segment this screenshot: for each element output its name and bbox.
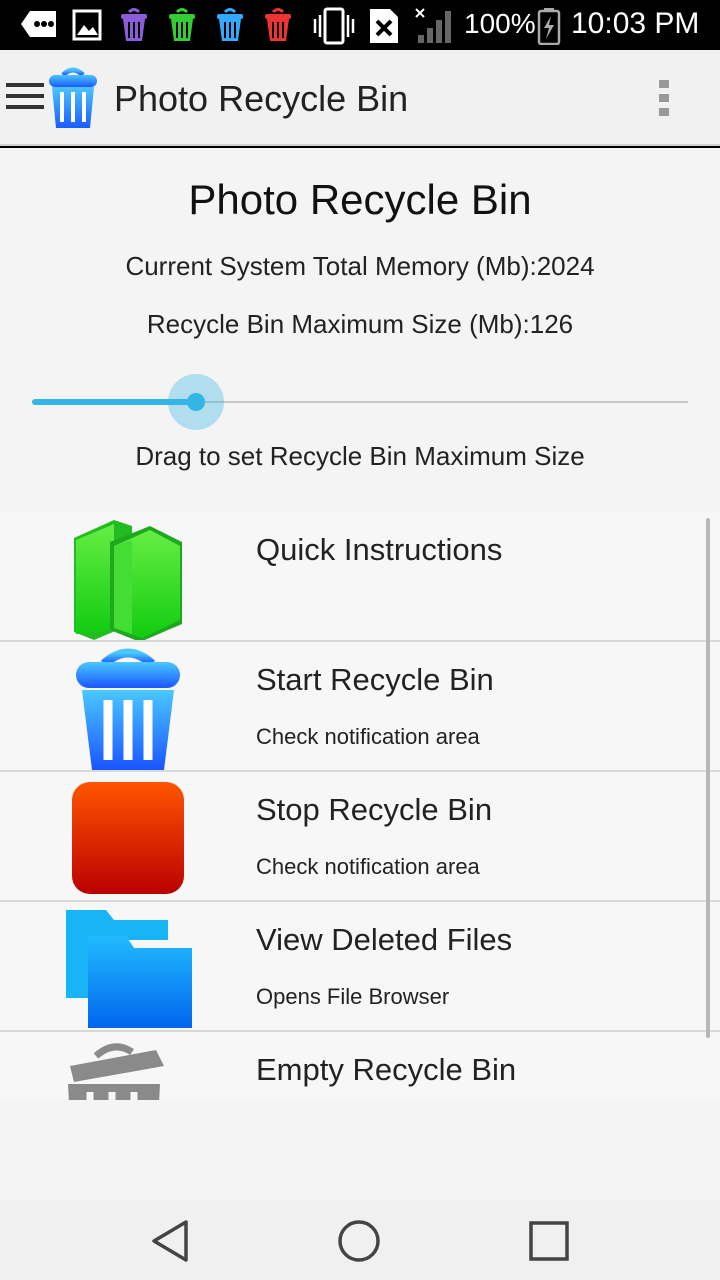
purple-bin-icon bbox=[121, 8, 147, 41]
vibrate-icon bbox=[313, 7, 355, 45]
page-title: Photo Recycle Bin bbox=[188, 176, 532, 223]
row-subtitle: Check notification area bbox=[256, 854, 480, 879]
list-item-start-recycle-bin[interactable]: Start Recycle Bin Check notification are… bbox=[0, 642, 720, 772]
green-books-icon bbox=[74, 520, 182, 640]
recent-apps-icon[interactable] bbox=[524, 1216, 574, 1266]
row-title: Start Recycle Bin bbox=[256, 662, 494, 697]
list-item-stop-recycle-bin[interactable]: Stop Recycle Bin Check notification area bbox=[0, 772, 720, 902]
red-stop-icon bbox=[72, 782, 184, 894]
action-bar: Photo Recycle Bin bbox=[0, 50, 720, 146]
app-trash-bin-icon[interactable] bbox=[46, 66, 100, 130]
no-sim-icon bbox=[370, 9, 398, 43]
battery-charging-icon bbox=[537, 8, 561, 45]
home-icon[interactable] bbox=[334, 1216, 384, 1266]
row-title: Empty Recycle Bin bbox=[256, 1052, 517, 1087]
row-title: Stop Recycle Bin bbox=[256, 792, 493, 827]
more-chat-icon bbox=[21, 11, 56, 37]
battery-percent: 100% bbox=[464, 8, 536, 39]
green-bin-icon bbox=[169, 8, 195, 41]
gray-trash-bin-icon bbox=[68, 1043, 164, 1100]
status-bar: 100% 10:03 PM bbox=[0, 0, 720, 50]
blue-folder-icon bbox=[66, 910, 192, 1028]
scrollbar[interactable] bbox=[706, 518, 710, 1038]
row-title: View Deleted Files bbox=[256, 922, 513, 957]
list-item-view-deleted-files[interactable]: View Deleted Files Opens File Browser bbox=[0, 902, 720, 1032]
menu-icon[interactable] bbox=[6, 81, 44, 113]
image-icon bbox=[72, 9, 102, 41]
max-size-text: Recycle Bin Maximum Size (Mb):126 bbox=[146, 309, 574, 339]
blue-trash-bin-icon bbox=[76, 648, 180, 770]
list-item-empty-recycle-bin[interactable]: Empty Recycle Bin bbox=[0, 1032, 720, 1100]
back-icon[interactable] bbox=[146, 1216, 196, 1266]
slider-thumb[interactable] bbox=[168, 374, 224, 430]
list-item-quick-instructions[interactable]: Quick Instructions bbox=[0, 512, 720, 642]
signal-icon bbox=[415, 8, 451, 43]
action-list: Quick Instructions Start Recycle Bin Che… bbox=[0, 512, 720, 1100]
red-bin-icon bbox=[265, 8, 291, 41]
memory-text: Current System Total Memory (Mb):2024 bbox=[125, 251, 595, 281]
clock: 10:03 PM bbox=[571, 7, 700, 40]
overflow-menu-icon[interactable] bbox=[644, 74, 684, 122]
slider-hint: Drag to set Recycle Bin Maximum Size bbox=[135, 441, 585, 471]
max-size-slider[interactable] bbox=[32, 372, 688, 432]
row-subtitle: Opens File Browser bbox=[256, 984, 450, 1009]
blue-bin-icon bbox=[217, 8, 243, 41]
navigation-bar bbox=[0, 1200, 720, 1280]
row-title: Quick Instructions bbox=[256, 532, 503, 567]
app-title: Photo Recycle Bin bbox=[114, 78, 409, 119]
row-subtitle: Check notification area bbox=[256, 724, 480, 749]
main-content: Photo Recycle Bin Current System Total M… bbox=[0, 148, 720, 1200]
